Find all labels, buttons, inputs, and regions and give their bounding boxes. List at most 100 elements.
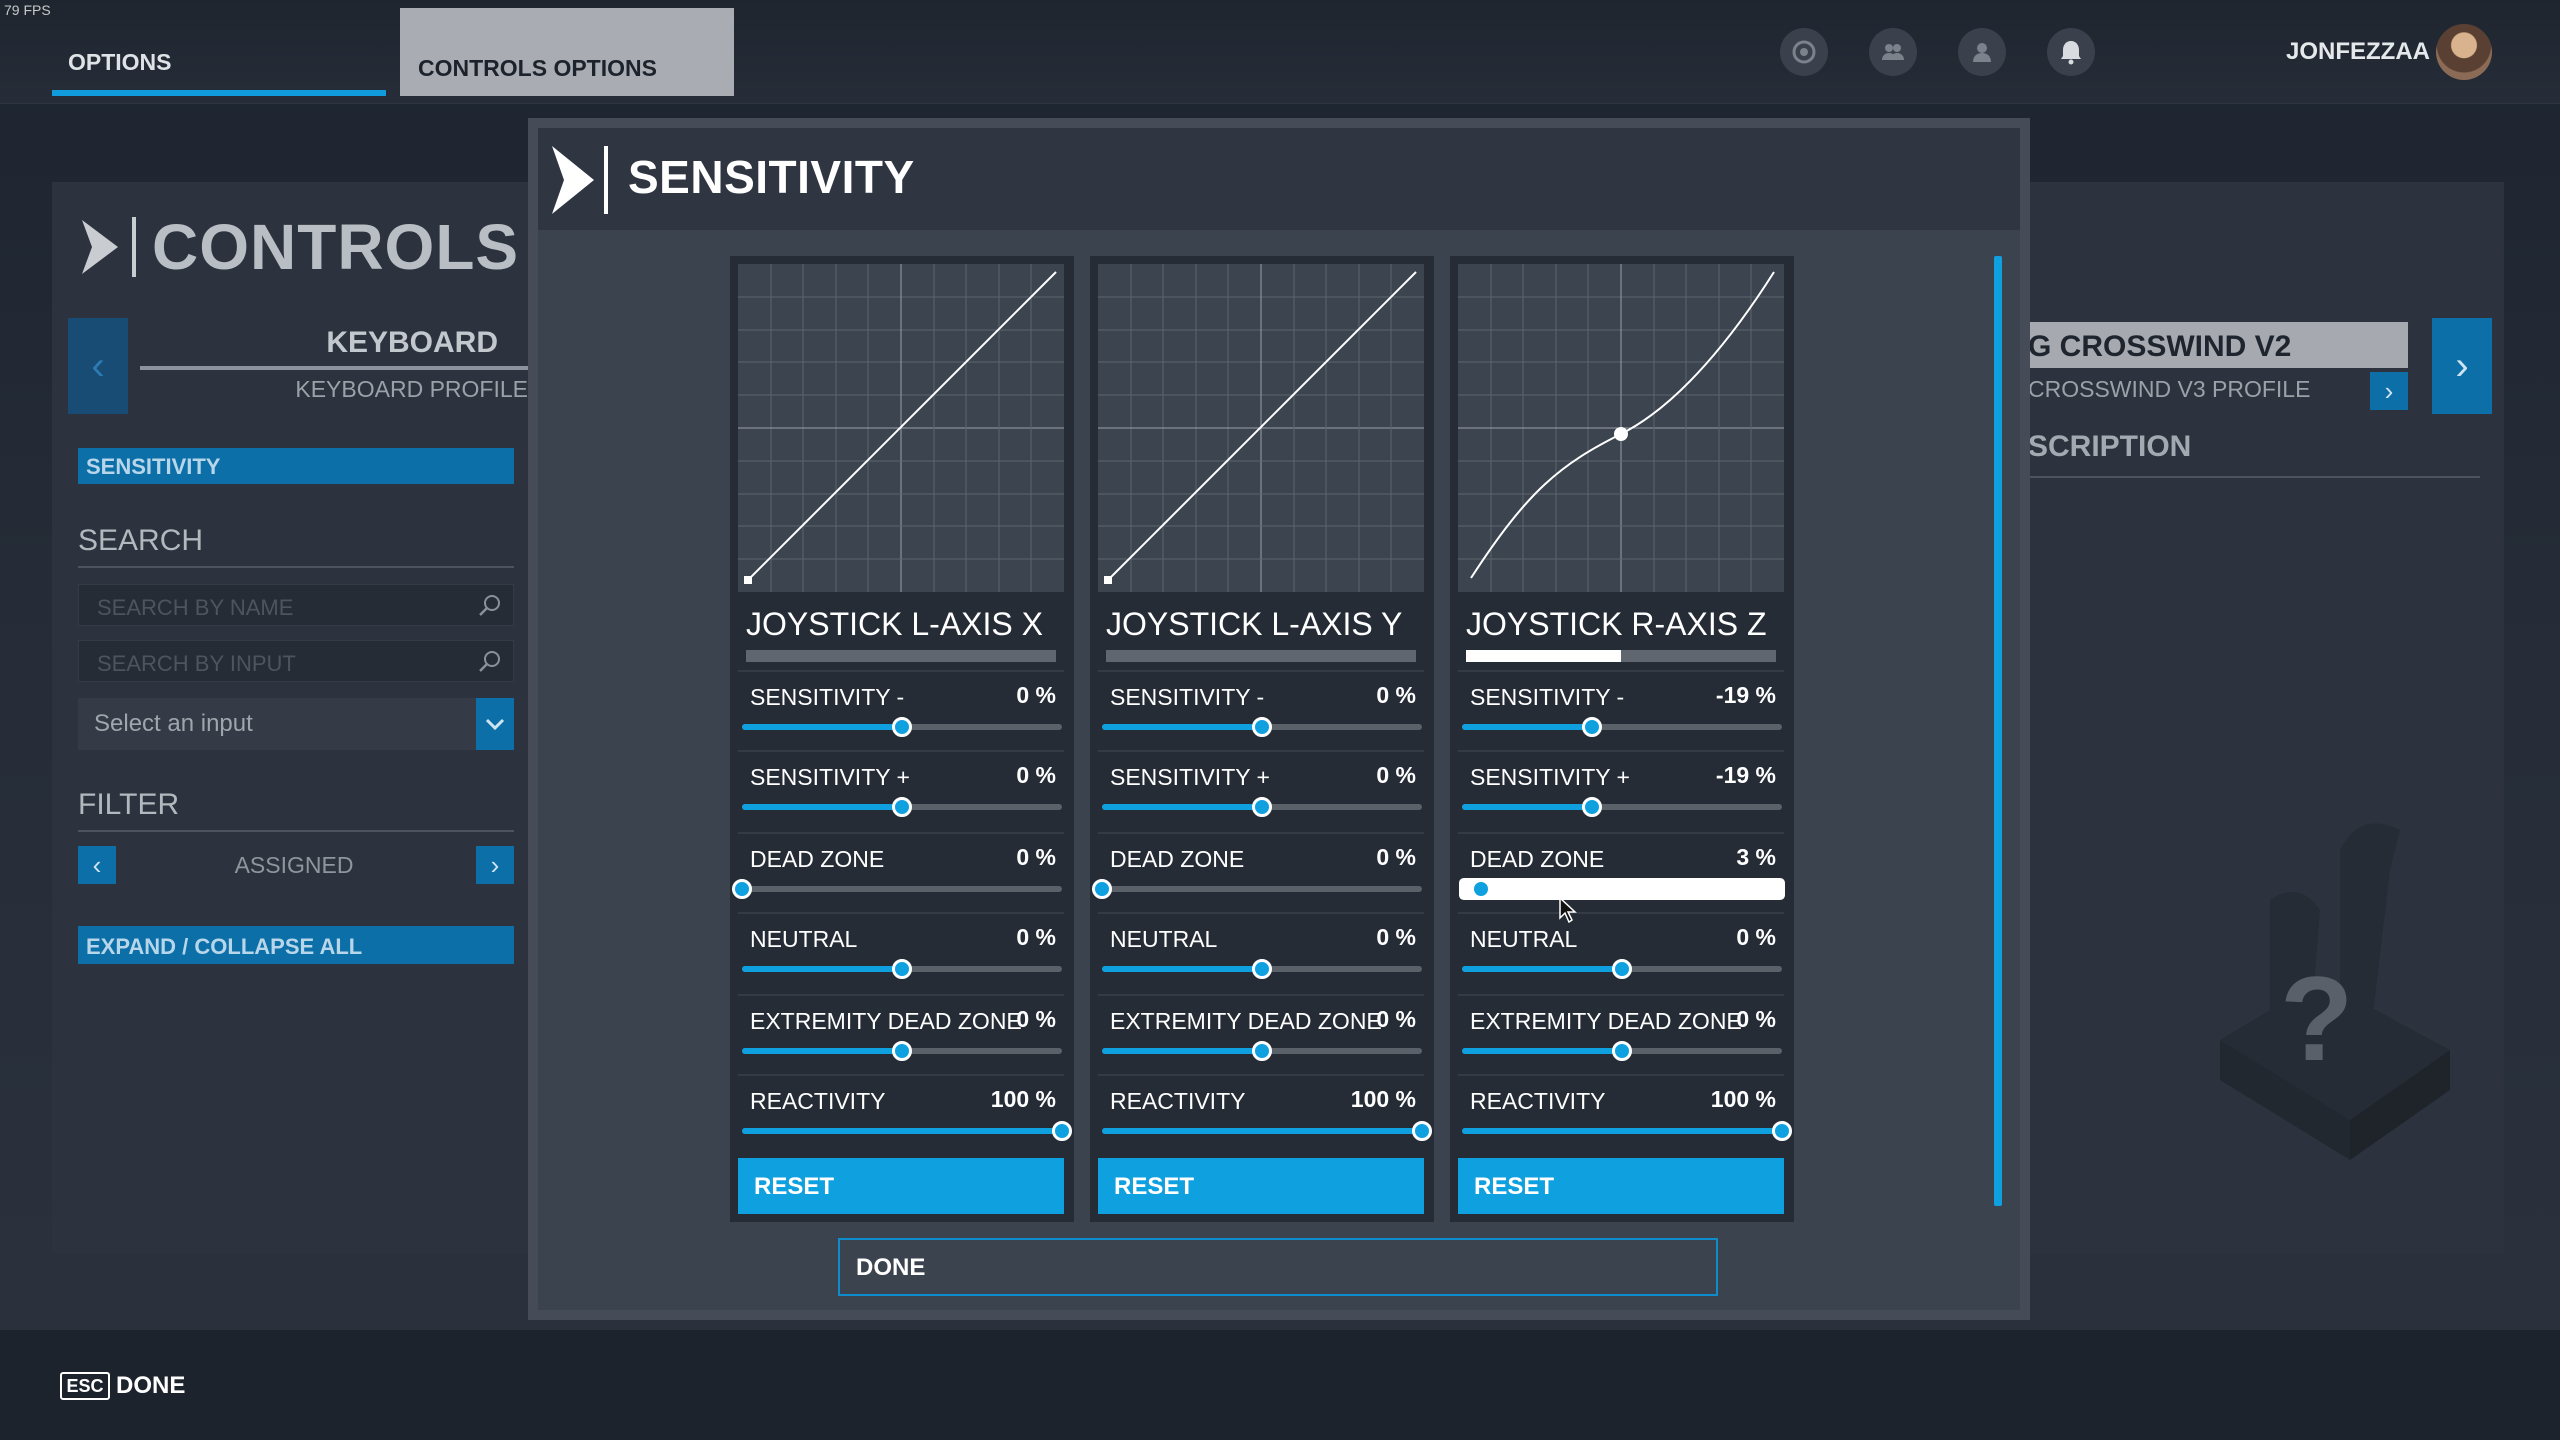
slider-handle[interactable] [1412,1121,1432,1141]
slider-handle[interactable] [1052,1121,1072,1141]
slider-handle[interactable] [892,797,912,817]
sensitivity-button[interactable]: SENSITIVITY [78,448,514,484]
username[interactable]: JONFEZZAA [2260,38,2430,66]
setting-value: 100 % [1710,1086,1776,1112]
slider-handle[interactable] [1612,959,1632,979]
slider-track[interactable] [1462,881,1782,897]
controls-header: CONTROLS C [78,210,585,284]
setting-value: 0 % [1016,924,1056,950]
slider-handle[interactable] [892,959,912,979]
setting-value: 0 % [1736,1006,1776,1032]
setting-row: SENSITIVITY + -19 % [1458,750,1784,830]
setting-value: 0 % [1016,762,1056,788]
setting-row: REACTIVITY 100 % [1098,1074,1432,1154]
slider-track[interactable] [742,886,1062,892]
setting-value: 100 % [1350,1086,1416,1112]
expand-collapse-all-button[interactable]: EXPAND / COLLAPSE ALL [78,926,514,964]
slider-handle[interactable] [1612,1041,1632,1061]
setting-row: SENSITIVITY - 0 % [738,670,1064,750]
target-icon[interactable] [1780,28,1828,76]
select-input-dropdown[interactable]: Select an input [78,698,514,750]
header-divider [132,217,136,277]
slider-fill [1462,1048,1622,1054]
device-name: KEYBOARD [326,326,498,359]
avatar[interactable] [2436,24,2492,80]
slider-fill [1102,966,1262,972]
axis-column: JOYSTICK R-AXIS Z SENSITIVITY - -19 % SENSI… [1450,256,1794,1222]
response-curve-graph [1458,264,1784,592]
setting-row: REACTIVITY 100 % [1458,1074,1792,1154]
slider-track[interactable] [1462,804,1782,810]
description-divider [2028,476,2480,478]
setting-value: 0 % [1376,1006,1416,1032]
filter-next-button[interactable]: › [476,846,514,884]
setting-value: 100 % [990,1086,1056,1112]
setting-label: SENSITIVITY - [1110,684,1265,710]
slider-track[interactable] [742,1128,1062,1134]
setting-value: 0 % [1376,924,1416,950]
setting-row: EXTREMITY DEAD ZONE 0 % [738,994,1064,1074]
chevron-right-icon [552,146,608,214]
slider-fill [1462,1128,1782,1134]
response-curve-graph [738,264,1064,592]
setting-row: SENSITIVITY - -19 % [1458,670,1784,750]
setting-label: EXTREMITY DEAD ZONE [1470,1008,1742,1034]
chevron-right-icon: › [2455,343,2469,388]
slider-handle[interactable] [892,1041,912,1061]
slider-handle[interactable] [1252,1041,1272,1061]
slider-handle[interactable] [732,879,752,899]
setting-value: -19 % [1715,682,1776,708]
filter-divider [78,830,514,832]
reset-button[interactable]: RESET [1098,1158,1424,1214]
slider-handle[interactable] [1092,879,1112,899]
device-profile: KEYBOARD PROFILE [295,376,528,402]
setting-row: SENSITIVITY - 0 % [1098,670,1424,750]
bell-icon[interactable] [2047,28,2095,76]
chevron-right-icon [82,220,118,274]
search-icon [479,595,500,616]
profile-next-button[interactable]: › [2370,372,2408,410]
done-button[interactable]: DONE [838,1238,1718,1296]
slider-track[interactable] [1462,724,1782,730]
slider-handle[interactable] [892,717,912,737]
device-next-button[interactable]: › [2432,318,2492,414]
slider-fill [1462,966,1622,972]
reset-button[interactable]: RESET [1458,1158,1784,1214]
device-prev-button[interactable]: ‹ [68,318,128,414]
search-by-input-field[interactable]: SEARCH BY INPUT [78,640,514,682]
slider-handle[interactable] [1252,959,1272,979]
setting-value: 0 % [1016,682,1056,708]
friends-icon[interactable] [1869,28,1917,76]
profile-icon[interactable] [1958,28,2006,76]
slider-fill [1102,1128,1422,1134]
tab-controls-options[interactable]: CONTROLS OPTIONS [400,8,734,96]
slider-handle[interactable] [1581,797,1602,817]
reset-button[interactable]: RESET [738,1158,1064,1214]
search-by-input-placeholder: SEARCH BY INPUT [97,651,296,676]
setting-row: DEAD ZONE 0 % [1092,832,1424,912]
slider-handle[interactable] [1581,717,1602,737]
slider-fill [742,804,902,810]
search-by-name-input[interactable]: SEARCH BY NAME [78,584,514,626]
slider-track[interactable] [1102,886,1422,892]
setting-value: 3 % [1736,844,1776,870]
chevron-left-icon: ‹ [91,343,105,388]
tab-options[interactable]: OPTIONS [52,8,386,96]
setting-value: -19 % [1715,762,1776,788]
setting-label: REACTIVITY [1470,1088,1606,1114]
slider-fill [1102,804,1262,810]
mouse-cursor-icon [1559,896,1577,924]
slider-handle[interactable] [1252,717,1272,737]
setting-row: NEUTRAL 0 % [1458,912,1784,992]
slider-handle[interactable] [1252,797,1272,817]
slider-fill [1102,724,1262,730]
filter-prev-button[interactable]: ‹ [78,846,116,884]
setting-row: SENSITIVITY + 0 % [738,750,1064,830]
modal-scrollbar[interactable] [1994,256,2002,1206]
setting-label: NEUTRAL [1470,926,1578,952]
search-label: SEARCH [78,524,204,557]
footer-done-button[interactable]: DONE [116,1372,185,1400]
slider-handle[interactable] [1772,1121,1792,1141]
slider-track[interactable] [1102,1128,1422,1134]
slider-track[interactable] [1462,1128,1782,1134]
